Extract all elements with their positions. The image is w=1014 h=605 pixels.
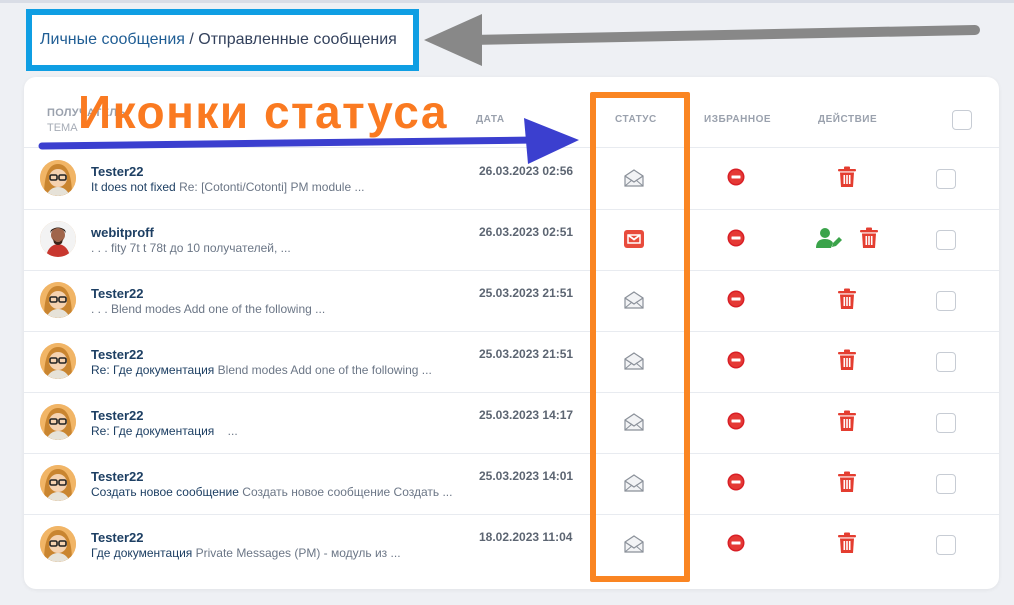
row-checkbox[interactable] bbox=[936, 291, 956, 311]
select-all-checkbox[interactable] bbox=[952, 110, 972, 130]
message-preview[interactable]: . . . fity 7t t 78t до 10 получателей, .… bbox=[91, 241, 291, 255]
message-subject[interactable]: Создать новое сообщение bbox=[91, 485, 239, 499]
trash-icon[interactable] bbox=[837, 166, 857, 188]
table-row[interactable]: Tester22 Re: Где документация Blend mode… bbox=[24, 331, 999, 393]
avatar[interactable] bbox=[40, 282, 76, 318]
sender-name[interactable]: Tester22 bbox=[91, 347, 144, 362]
message-preview[interactable]: Re: Где документация ... bbox=[91, 424, 238, 438]
remove-favorite-icon[interactable] bbox=[727, 473, 745, 491]
table-row[interactable]: Tester22 It does not fixed Re: [Cotonti/… bbox=[24, 148, 999, 210]
breadcrumb-separator: / bbox=[184, 31, 199, 48]
trash-icon[interactable] bbox=[837, 410, 857, 432]
avatar[interactable] bbox=[40, 404, 76, 440]
trash-icon[interactable] bbox=[837, 288, 857, 310]
remove-favorite-icon[interactable] bbox=[727, 229, 745, 247]
message-subject[interactable]: Где документация bbox=[91, 546, 192, 560]
breadcrumb-link-messages[interactable]: Личные сообщения bbox=[40, 31, 185, 49]
message-preview[interactable]: Re: Где документация Blend modes Add one… bbox=[91, 363, 432, 377]
trash-icon[interactable] bbox=[837, 532, 857, 554]
row-checkbox[interactable] bbox=[936, 352, 956, 372]
message-date: 25.03.2023 21:51 bbox=[479, 286, 574, 300]
status-column-highlight bbox=[590, 92, 690, 582]
row-checkbox[interactable] bbox=[936, 413, 956, 433]
table-row[interactable]: Tester22 Создать новое сообщение Создать… bbox=[24, 453, 999, 515]
message-subject[interactable]: Re: Где документация bbox=[91, 424, 214, 438]
header-subject[interactable]: ТЕМА bbox=[47, 122, 78, 134]
annotation-title: Иконки статуса bbox=[78, 86, 448, 138]
message-snippet: Private Messages (PM) - модуль из ... bbox=[192, 546, 401, 560]
message-date: 25.03.2023 21:51 bbox=[479, 347, 574, 361]
table-row[interactable]: Tester22 Re: Где документация ... 25.03.… bbox=[24, 392, 999, 454]
avatar[interactable] bbox=[40, 160, 76, 196]
message-preview[interactable]: Где документация Private Messages (PM) -… bbox=[91, 546, 401, 560]
message-preview[interactable]: It does not fixed Re: [Cotonti/Cotonti] … bbox=[91, 180, 364, 194]
trash-icon[interactable] bbox=[837, 471, 857, 493]
message-date: 26.03.2023 02:56 bbox=[479, 164, 574, 178]
message-date: 26.03.2023 02:51 bbox=[479, 225, 574, 239]
header-action: ДЕЙСТВИЕ bbox=[818, 114, 878, 125]
message-preview[interactable]: Создать новое сообщение Создать новое со… bbox=[91, 485, 452, 499]
row-checkbox[interactable] bbox=[936, 169, 956, 189]
sender-name[interactable]: Tester22 bbox=[91, 530, 144, 545]
header-favorite: ИЗБРАННОЕ bbox=[704, 114, 772, 125]
message-snippet: . . . fity 7t t 78t до 10 получателей, .… bbox=[91, 241, 291, 255]
breadcrumb-current: Отправленные сообщения bbox=[198, 31, 397, 48]
message-snippet: . . . Blend modes Add one of the followi… bbox=[91, 302, 326, 316]
message-subject[interactable]: Re: Где документация bbox=[91, 363, 214, 377]
message-snippet: Blend modes Add one of the following ... bbox=[214, 363, 432, 377]
sender-name[interactable]: Tester22 bbox=[91, 408, 144, 423]
avatar[interactable] bbox=[40, 465, 76, 501]
trash-icon[interactable] bbox=[837, 349, 857, 371]
user-edit-icon[interactable] bbox=[816, 227, 842, 249]
avatar[interactable] bbox=[40, 221, 76, 257]
trash-icon[interactable] bbox=[859, 227, 879, 249]
breadcrumb: Личные сообщения / Отправленные сообщени… bbox=[32, 15, 413, 65]
message-subject[interactable]: It does not fixed bbox=[91, 180, 176, 194]
remove-favorite-icon[interactable] bbox=[727, 168, 745, 186]
table-row[interactable]: Tester22 . . . Blend modes Add one of th… bbox=[24, 270, 999, 332]
breadcrumb-highlight: Личные сообщения / Отправленные сообщени… bbox=[26, 9, 419, 71]
table-row[interactable]: Tester22 Где документация Private Messag… bbox=[24, 514, 999, 575]
message-snippet: Создать новое сообщение Создать ... bbox=[238, 485, 453, 499]
top-border bbox=[0, 0, 1014, 3]
messages-table: ПОЛУЧАТЕЛЬ ТЕМА ДАТА СТАТУС ИЗБРАННОЕ ДЕ… bbox=[24, 77, 999, 589]
remove-favorite-icon[interactable] bbox=[727, 534, 745, 552]
sender-name[interactable]: Tester22 bbox=[91, 164, 144, 179]
sender-name[interactable]: webitproff bbox=[91, 225, 154, 240]
row-checkbox[interactable] bbox=[936, 474, 956, 494]
message-snippet: ... bbox=[214, 424, 238, 438]
avatar[interactable] bbox=[40, 343, 76, 379]
header-date[interactable]: ДАТА bbox=[476, 114, 505, 125]
message-date: 25.03.2023 14:17 bbox=[479, 408, 574, 422]
sender-name[interactable]: Tester22 bbox=[91, 469, 144, 484]
table-row[interactable]: webitproff . . . fity 7t t 78t до 10 пол… bbox=[24, 209, 999, 271]
message-preview[interactable]: . . . Blend modes Add one of the followi… bbox=[91, 302, 325, 316]
sender-name[interactable]: Tester22 bbox=[91, 286, 144, 301]
avatar[interactable] bbox=[40, 526, 76, 562]
remove-favorite-icon[interactable] bbox=[727, 351, 745, 369]
message-date: 18.02.2023 11:04 bbox=[479, 530, 573, 544]
remove-favorite-icon[interactable] bbox=[727, 290, 745, 308]
message-snippet: Re: [Cotonti/Cotonti] PM module ... bbox=[175, 180, 365, 194]
row-checkbox[interactable] bbox=[936, 230, 956, 250]
remove-favorite-icon[interactable] bbox=[727, 412, 745, 430]
message-date: 25.03.2023 14:01 bbox=[479, 469, 574, 483]
row-checkbox[interactable] bbox=[936, 535, 956, 555]
